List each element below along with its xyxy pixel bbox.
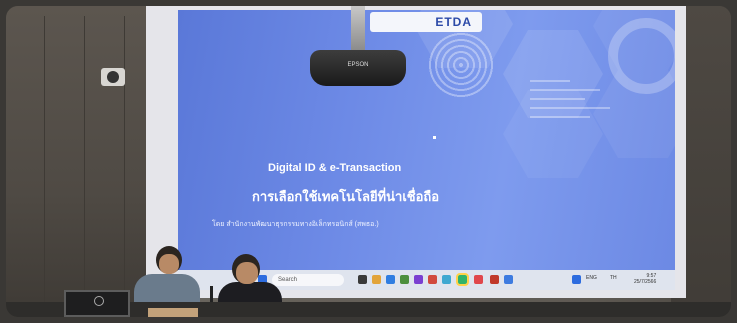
tray-language[interactable]: ENG: [586, 275, 597, 281]
projector-mount: [351, 6, 365, 50]
presenter-right-face: [236, 262, 258, 284]
left-wall: [6, 6, 156, 317]
mouse-cursor: [433, 136, 436, 139]
taskbar-search-input[interactable]: Search: [272, 274, 344, 286]
taskbar-clock[interactable]: 9:57 25/7/2566: [634, 273, 656, 285]
presentation-slide: [178, 10, 675, 276]
fingerprint-graphic: [426, 30, 496, 100]
security-camera: [101, 68, 125, 86]
app-icon[interactable]: [504, 275, 513, 284]
tray-weather[interactable]: TH: [610, 275, 617, 281]
projector-brand: EPSON: [347, 62, 369, 68]
app-icon[interactable]: [456, 273, 469, 286]
tray-app-icon[interactable]: [572, 275, 581, 284]
app-icon[interactable]: [358, 275, 367, 284]
app-icon[interactable]: [442, 275, 451, 284]
app-icon[interactable]: [474, 275, 483, 284]
clock-date: 25/7/2566: [634, 279, 657, 285]
projector: EPSON: [310, 50, 406, 86]
presenter-left-face: [159, 254, 179, 274]
slide-logo: ETDA: [370, 12, 482, 32]
laptop: [148, 308, 198, 317]
slide-byline: โดย สำนักงานพัฒนาธุรกรรมทางอิเล็กทรอนิกส…: [212, 221, 379, 228]
slide-title-en: Digital ID & e-Transaction: [268, 162, 402, 174]
app-icon[interactable]: [414, 275, 423, 284]
app-icon[interactable]: [428, 275, 437, 284]
app-icon[interactable]: [400, 275, 409, 284]
desk-monitor: [64, 290, 130, 317]
edge-icon[interactable]: [386, 275, 395, 284]
photo-frame: ETDA EPSON Digital ID & e-Transaction กา…: [6, 6, 731, 317]
folder-icon[interactable]: [372, 275, 381, 284]
app-icon[interactable]: [490, 275, 499, 284]
slide-title-th: การเลือกใช้เทคโนโลยีที่น่าเชื่อถือ: [252, 189, 440, 204]
